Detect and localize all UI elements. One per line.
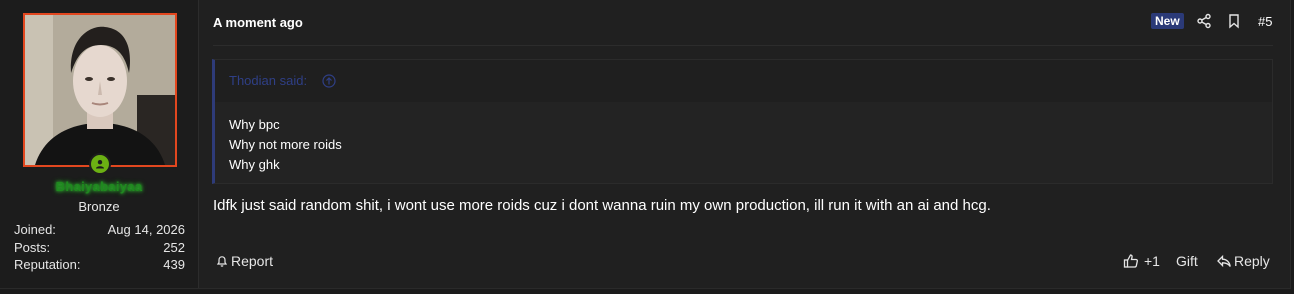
quote-line: Why not more roids [229, 137, 342, 152]
gift-button[interactable]: Gift [1176, 251, 1198, 271]
quote-line: Why bpc [229, 117, 280, 132]
stat-reputation: Reputation: 439 [14, 256, 185, 274]
stat-value: Aug 14, 2026 [107, 222, 185, 237]
post-container: Bhaiyabaiyaa Bronze Joined: Aug 14, 2026… [0, 0, 1291, 289]
gift-label: Gift [1176, 253, 1198, 269]
username[interactable]: Bhaiyabaiyaa [0, 179, 198, 194]
user-stats: Joined: Aug 14, 2026 Posts: 252 Reputati… [14, 221, 185, 274]
bookmark-icon[interactable] [1226, 13, 1242, 29]
quote-content: Why bpc Why not more roids Why ghk [229, 115, 342, 175]
share-icon[interactable] [1196, 13, 1212, 29]
user-info-column: Bhaiyabaiyaa Bronze Joined: Aug 14, 2026… [0, 0, 199, 288]
header-divider [213, 45, 1273, 46]
quote-author[interactable]: Thodian said: [229, 73, 307, 88]
reply-label: Reply [1234, 253, 1270, 269]
reply-button[interactable]: Reply [1216, 251, 1270, 271]
post-header: A moment ago New #5 [213, 12, 1273, 32]
new-badge: New [1151, 13, 1184, 29]
report-button[interactable]: Report [215, 251, 273, 271]
bell-icon [215, 254, 229, 268]
arrow-up-circle-icon[interactable] [322, 74, 336, 88]
stat-label: Reputation: [14, 257, 81, 272]
post-timestamp[interactable]: A moment ago [213, 15, 303, 30]
stat-label: Posts: [14, 239, 51, 255]
post-footer: Report +1 Gift Reply [213, 251, 1273, 273]
reply-icon [1216, 253, 1232, 269]
quote-block: Thodian said: Why bpc Why not more roids… [212, 59, 1273, 184]
avatar-image [25, 15, 175, 165]
like-count: +1 [1144, 253, 1160, 269]
like-button[interactable]: +1 [1123, 251, 1160, 271]
stat-joined: Joined: Aug 14, 2026 [14, 221, 185, 239]
stat-value: 439 [163, 257, 185, 272]
report-label: Report [231, 253, 274, 269]
quote-line: Why ghk [229, 157, 280, 172]
thumbs-up-icon [1123, 253, 1139, 269]
quote-header: Thodian said: [215, 60, 1272, 102]
stat-label: Joined: [14, 222, 56, 237]
user-rank: Bronze [78, 199, 120, 214]
stat-value: 252 [163, 239, 185, 255]
post-message: Idfk just said random shit, i wont use m… [213, 197, 991, 214]
post-number-link[interactable]: #5 [1258, 14, 1272, 29]
stat-posts: Posts: 252 [14, 239, 185, 257]
avatar[interactable] [23, 13, 177, 167]
online-status-icon [89, 153, 111, 175]
